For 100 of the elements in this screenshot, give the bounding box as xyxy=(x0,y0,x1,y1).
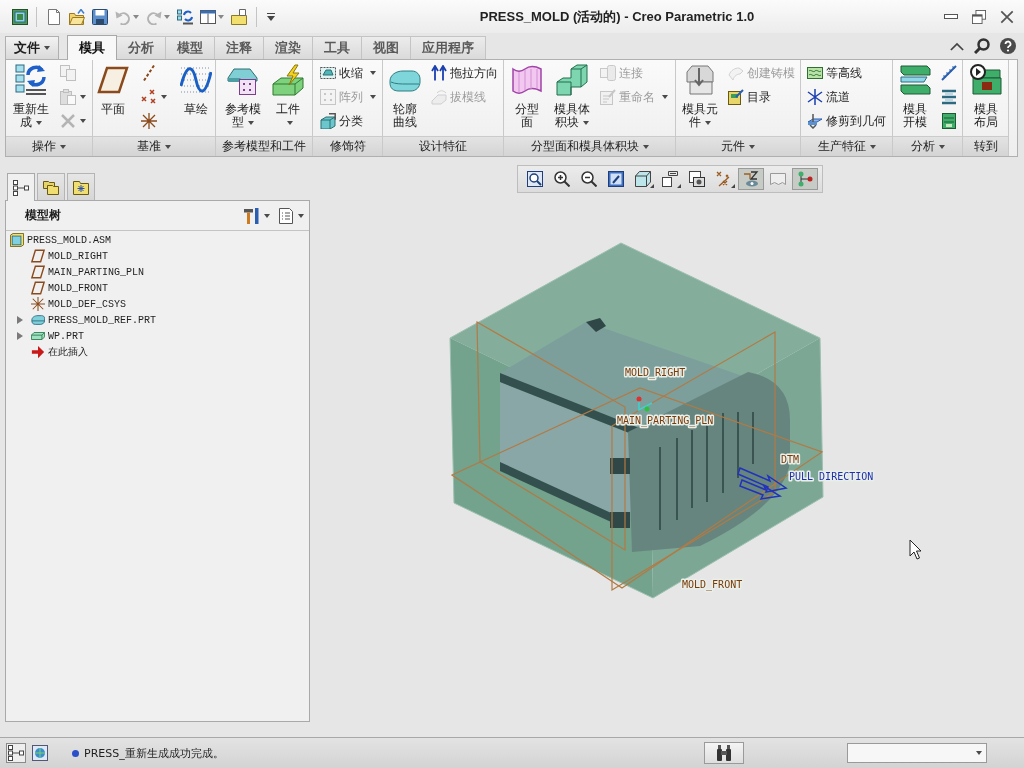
ribbon-tab[interactable]: 注释 xyxy=(214,36,264,59)
stack-icon xyxy=(940,113,957,129)
group-menu-button[interactable]: 分型面和模具体积块 xyxy=(504,136,675,156)
regenerate-quick-button[interactable] xyxy=(176,6,194,27)
model-tree-toggle[interactable] xyxy=(6,743,26,763)
group-menu-button[interactable]: 元件 xyxy=(676,136,800,156)
file-menu-button[interactable]: 文件 xyxy=(5,36,59,59)
tree-columns-button[interactable] xyxy=(278,207,304,224)
app-logo-icon xyxy=(12,8,28,25)
ribbon-tab[interactable]: 应用程序 xyxy=(410,36,486,59)
expand-arrow-icon[interactable] xyxy=(17,332,23,340)
folders-icon xyxy=(43,179,59,195)
tree-item-label[interactable]: MOLD_DEF_CSYS xyxy=(48,298,126,310)
new-button[interactable] xyxy=(45,6,63,27)
caret-icon xyxy=(44,46,50,50)
nodes-icon xyxy=(796,171,813,187)
workpiece-button[interactable]: 工件 xyxy=(269,63,306,130)
folder-browser-tab[interactable] xyxy=(37,173,65,200)
help-button[interactable] xyxy=(1000,38,1016,54)
mold-volume-button[interactable]: 模具体积块 xyxy=(551,63,592,130)
parting-surface-button[interactable]: 分型面 xyxy=(509,63,545,130)
reference-model-button[interactable]: 参考模型 xyxy=(222,63,264,130)
waterline-button[interactable]: 等高线 xyxy=(805,61,864,85)
mold-component-button[interactable]: 模具元件 xyxy=(679,63,720,130)
caret-icon xyxy=(662,95,668,99)
ribbon-tab[interactable]: 视图 xyxy=(361,36,411,59)
regenerate-button[interactable]: 重新生成 xyxy=(10,63,52,130)
favorites-tab[interactable] xyxy=(67,173,95,200)
refresh-icon xyxy=(15,64,47,96)
tree-settings-button[interactable] xyxy=(244,207,270,224)
tree-item-label[interactable]: MOLD_FRONT xyxy=(48,282,108,294)
ribbon-tab[interactable]: 模型 xyxy=(165,36,215,59)
mold-layout-button[interactable]: 模具布局 xyxy=(967,63,1004,130)
restore-button[interactable] xyxy=(972,9,986,24)
datum-label: DTM xyxy=(781,454,800,465)
tree-icon xyxy=(13,179,29,196)
classify-button[interactable]: 分类 xyxy=(317,109,365,133)
block-icon xyxy=(555,64,588,96)
ribbon-tab[interactable]: 分析 xyxy=(116,36,166,59)
part-icon xyxy=(31,313,45,327)
shrink-icon xyxy=(319,65,336,81)
expand-arrow-icon[interactable] xyxy=(17,316,23,324)
model-tree-tab[interactable] xyxy=(7,173,35,201)
star-lines-icon xyxy=(807,89,823,105)
group-label: 参考模型和工件 xyxy=(216,136,312,156)
search-button[interactable] xyxy=(974,38,990,54)
save-button[interactable] xyxy=(91,6,109,27)
caret-icon xyxy=(976,751,982,755)
regenerate-icon xyxy=(177,8,193,25)
ruler-icon xyxy=(940,65,957,81)
tree-item-label[interactable]: MOLD_RIGHT xyxy=(48,250,108,262)
group-menu-button[interactable]: 生产特征 xyxy=(801,136,892,156)
mold-opening-button[interactable]: 模具开模 xyxy=(896,63,933,130)
ribbon-tab[interactable]: 工具 xyxy=(312,36,362,59)
group-menu-button[interactable]: 分析 xyxy=(893,136,962,156)
catalog-button[interactable]: 目录 xyxy=(726,85,773,109)
find-button[interactable] xyxy=(704,742,744,764)
browser-toggle[interactable] xyxy=(30,743,50,763)
spin-center-button[interactable] xyxy=(737,168,764,190)
datum-label: MOLD_FRONT xyxy=(682,579,743,590)
open-button[interactable] xyxy=(68,6,86,27)
caret-icon xyxy=(642,144,649,149)
caret-icon xyxy=(938,144,945,149)
coordinate-system-marker xyxy=(636,396,653,412)
ribbon-tab[interactable]: 模具 xyxy=(67,35,117,60)
group-menu-button[interactable]: 基准 xyxy=(93,136,215,156)
caret-icon xyxy=(369,95,376,99)
sketch-button[interactable]: 草绘 xyxy=(175,63,216,117)
message-dot-icon xyxy=(72,749,79,757)
shrink-button[interactable]: 收缩 xyxy=(317,61,378,85)
customize-toolbar-button[interactable] xyxy=(265,10,277,23)
dropdown-corner-icon xyxy=(649,184,654,188)
tree-item-label[interactable]: PRESS_MOLD.ASM xyxy=(27,234,111,246)
runner-button[interactable]: 流道 xyxy=(805,85,852,109)
plane-button[interactable]: 平面 xyxy=(92,63,133,117)
group-menu-button[interactable]: 操作 xyxy=(6,136,92,156)
tree-item-label[interactable]: WP.PRT xyxy=(48,330,84,342)
silhouette-curve-button[interactable]: 轮廓曲线 xyxy=(386,63,423,130)
pull-direction-button[interactable]: 拖拉方向 xyxy=(428,61,500,85)
group-label: 设计特征 xyxy=(383,136,503,156)
status-message: PRESS_重新生成成功完成。 xyxy=(84,745,224,761)
tree-item-label[interactable]: PRESS_MOLD_REF.PRT xyxy=(48,314,157,326)
caret-icon xyxy=(164,14,170,19)
tree-item-label[interactable]: 在此插入 xyxy=(48,345,88,359)
panel-title: 模型树 xyxy=(25,207,61,224)
caret-icon xyxy=(248,120,254,125)
tree-item-label[interactable]: MAIN_PARTING_PLN xyxy=(48,266,144,278)
trim-button[interactable]: 修剪到几何 xyxy=(805,109,888,133)
zoom-in-icon xyxy=(553,171,570,187)
grid-icon xyxy=(319,89,336,105)
close-window-button[interactable] xyxy=(230,6,248,27)
selection-filter-dropdown[interactable] xyxy=(847,743,987,763)
tools-icon xyxy=(244,207,260,224)
collapse-ribbon-button[interactable] xyxy=(950,41,964,51)
ribbon-tab[interactable]: 渲染 xyxy=(263,36,313,59)
close-button[interactable] xyxy=(1000,9,1014,24)
minimize-icon xyxy=(944,14,958,19)
nodes-button[interactable] xyxy=(791,168,818,190)
caret-icon xyxy=(267,12,275,21)
minimize-button[interactable] xyxy=(944,14,958,19)
